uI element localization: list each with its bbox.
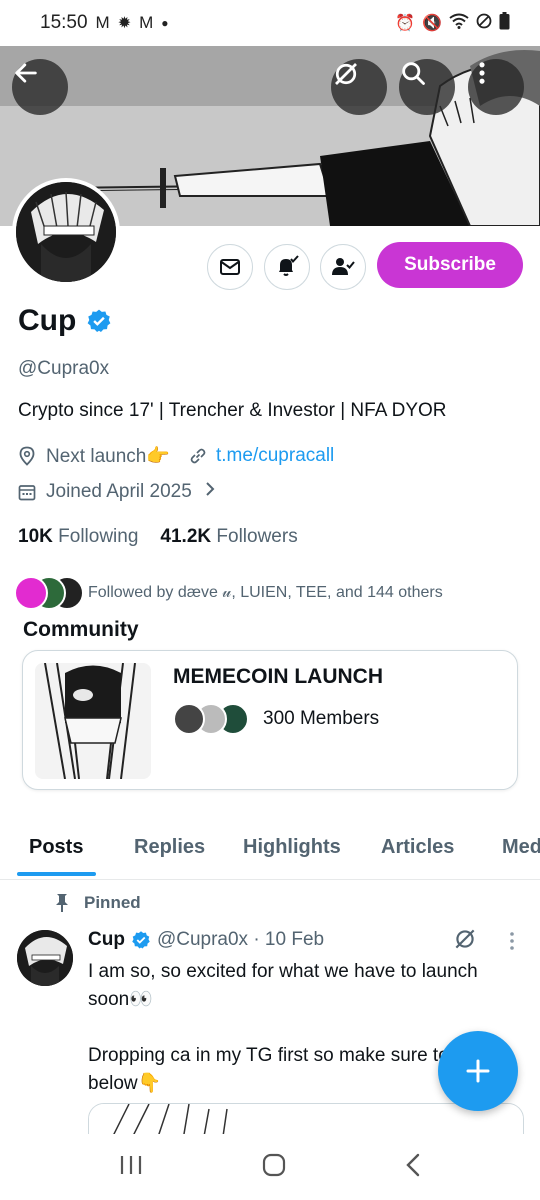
plus-icon [466,1059,490,1083]
followers-stat[interactable]: 41.2K Followers [160,526,297,548]
dot-icon: ● [161,16,169,30]
recent-apps-icon [121,1155,142,1174]
post-grok-button[interactable] [452,926,478,957]
gmail-icon: M [139,13,154,32]
profile-website-link[interactable]: t.me/cupracall [216,445,334,467]
message-button[interactable] [207,244,253,290]
mute-icon: 🔇 [422,15,442,32]
subscribe-button[interactable]: Subscribe [377,242,523,288]
profile-joined-date: Joined April 2025 [46,481,192,502]
battery-icon [499,11,510,35]
grok-icon [455,929,475,949]
profile-location: Next launch👉 [46,446,170,467]
bell-check-icon [279,255,299,276]
grok-icon [335,63,357,85]
person-check-icon [332,258,355,275]
profile-tabs: Posts Replies Highlights Articles Media [0,816,540,880]
recent-apps-button[interactable] [118,1153,144,1182]
profile-handle: @Cupra0x [18,358,110,379]
gmail-icon: M [95,13,110,32]
location-icon [18,446,40,466]
wifi-icon [449,13,469,34]
search-button[interactable] [399,59,455,115]
tab-posts[interactable]: Posts [29,816,83,859]
following-stat[interactable]: 10K Following [18,526,138,548]
notifications-button[interactable] [264,244,310,290]
community-member-avatars [173,703,253,735]
chevron-left-icon [405,1153,419,1176]
community-name: MEMECOIN LAUNCH [173,665,383,688]
post-author-name[interactable]: Cup [88,929,125,951]
following-button[interactable] [320,244,366,290]
avatar [173,703,205,735]
following-label: Following [58,526,139,547]
post-header: Cup @Cupra0x · 10 Feb [88,929,324,951]
followed-by-avatars [14,576,84,610]
profile-name: Cup [18,304,77,337]
mail-icon [220,259,240,275]
link-icon [188,446,210,466]
followed-by-text: Followed by dæve 𝓊, LUIEN, TEE, and 144 … [88,584,443,601]
community-card[interactable]: MEMECOIN LAUNCH 300 Members [22,650,518,790]
followers-label: Followers [216,526,298,547]
home-button[interactable] [261,1152,287,1183]
pinned-label-row: Pinned [54,893,141,913]
active-tab-indicator [17,872,96,876]
arrow-left-icon [15,63,37,83]
avatar [14,576,48,610]
profile-avatar[interactable] [12,178,120,286]
system-nav-bar [0,1134,540,1200]
status-time: 15:50 [40,12,88,33]
pinned-label: Pinned [84,893,141,912]
back-nav-button[interactable] [404,1152,422,1183]
profile-name-row: Cup [18,304,112,338]
no-sim-icon [476,13,492,34]
tab-articles[interactable]: Articles [381,816,454,859]
post-text: I am so, so excited for what we have to … [88,961,484,1094]
followed-by-row[interactable]: Followed by dæve 𝓊, LUIEN, TEE, and 144 … [14,576,443,610]
weather-sun-icon: ✹ [117,15,132,32]
home-icon [262,1153,286,1176]
alarm-icon: ⏰ [395,15,416,32]
back-button[interactable] [12,59,68,115]
tab-replies[interactable]: Replies [134,816,205,859]
profile-bio: Crypto since 17' | Trencher & Investor |… [18,400,447,421]
verified-badge-icon [132,931,150,949]
profile-joined-row[interactable]: Joined April 2025 [18,481,216,503]
chevron-right-icon [204,481,216,503]
following-count: 10K [18,526,53,547]
profile-meta-row: Next launch👉 t.me/cupracall [18,444,334,468]
post-more-button[interactable] [502,930,522,957]
more-vertical-icon [479,62,485,84]
grok-button[interactable] [331,59,387,115]
pin-icon [56,894,68,912]
community-image [35,663,151,779]
post-author-avatar[interactable] [17,930,73,986]
community-member-count: 300 Members [263,708,380,729]
community-section-title: Community [23,618,139,641]
tab-media[interactable]: Media [502,816,540,859]
more-button[interactable] [468,59,524,115]
post-handle-time: @Cupra0x · 10 Feb [156,929,325,950]
status-bar: 15:50 M ✹ M ● ⏰ 🔇 [0,0,540,46]
search-icon [402,62,425,85]
followers-count: 41.2K [160,526,212,547]
profile-stats: 10K Following 41.2K Followers [18,526,298,548]
compose-button[interactable] [438,1031,518,1111]
verified-badge-icon[interactable] [86,308,112,334]
community-members-row: 300 Members [173,703,379,735]
tab-highlights[interactable]: Highlights [243,816,341,859]
more-vertical-icon [510,932,514,950]
calendar-icon [18,483,40,501]
